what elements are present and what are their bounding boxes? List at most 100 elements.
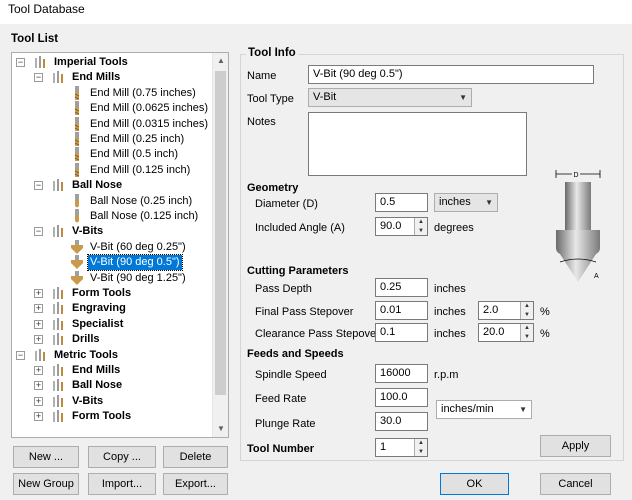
diameter-input[interactable]: 0.5 [375, 193, 428, 212]
tree-scrollbar[interactable]: ▲ ▼ [212, 53, 228, 437]
tree-item[interactable]: − V-Bits [12, 224, 212, 239]
spin-up-icon[interactable]: ▲ [521, 302, 533, 311]
geometry-label: Geometry [247, 182, 299, 194]
v-bit-icon [71, 270, 83, 285]
tool-name-input[interactable]: V-Bit (90 deg 0.5") [308, 65, 594, 84]
tree-item[interactable]: − Metric Tools [12, 348, 212, 363]
clearance-stepover-spinner[interactable]: ▲ ▼ [520, 324, 533, 341]
collapse-icon[interactable]: − [34, 181, 43, 191]
cancel-button[interactable]: Cancel [540, 473, 611, 495]
rate-unit-select[interactable]: inches/min ▼ [436, 400, 532, 419]
scroll-down-icon[interactable]: ▼ [213, 421, 228, 437]
final-stepover-input[interactable]: 0.01 [375, 301, 428, 320]
scroll-thumb[interactable] [215, 71, 226, 395]
tree-item[interactable]: + Form Tools [12, 409, 212, 424]
tree-item[interactable]: + Specialist [12, 317, 212, 332]
tree-item-label: Form Tools [72, 287, 132, 299]
spin-down-icon[interactable]: ▼ [521, 311, 533, 319]
expand-icon[interactable]: + [34, 396, 43, 406]
tree-item[interactable]: + V-Bits [12, 394, 212, 409]
tool-group-icon [53, 287, 63, 299]
tree-item[interactable]: V-Bit (90 deg 0.5") [12, 254, 212, 272]
copy-tool-button[interactable]: Copy ... [88, 446, 156, 468]
expand-icon[interactable]: + [34, 319, 43, 329]
new-tool-button[interactable]: New ... [13, 446, 79, 468]
pass-depth-unit: inches [434, 283, 466, 295]
notes-textarea[interactable] [308, 112, 527, 176]
final-stepover-pct-input[interactable]: 2.0 ▲ ▼ [478, 301, 534, 320]
tree-item[interactable]: End Mill (0.125 inch) [12, 162, 212, 178]
scroll-up-icon[interactable]: ▲ [213, 53, 228, 69]
tree-item[interactable]: End Mill (0.5 inch) [12, 147, 212, 162]
tool-number-spinner[interactable]: ▲ ▼ [414, 439, 427, 456]
final-stepover-pct-value: 2.0 [483, 304, 499, 316]
diagram-a-label: A [594, 273, 599, 280]
tree-item[interactable]: V-Bit (60 deg 0.25") [12, 239, 212, 255]
tree-item[interactable]: End Mill (0.0315 inches) [12, 116, 212, 132]
expand-icon[interactable]: + [34, 335, 43, 345]
tree-item[interactable]: V-Bit (90 deg 1.25") [12, 270, 212, 286]
tree-item-label: Form Tools [72, 410, 132, 423]
tree-item[interactable]: Ball Nose (0.125 inch) [12, 209, 212, 224]
spin-up-icon[interactable]: ▲ [415, 439, 427, 448]
tree-item-label: Specialist [72, 317, 124, 330]
diameter-unit-select[interactable]: inches ▼ [434, 193, 498, 212]
clearance-stepover-input[interactable]: 0.1 [375, 323, 428, 342]
expand-icon[interactable]: + [34, 381, 43, 391]
tool-type-select[interactable]: V-Bit ▼ [308, 88, 472, 107]
export-button[interactable]: Export... [163, 473, 228, 495]
diagram-d-label: D [573, 172, 578, 179]
clearance-stepover-pct-input[interactable]: 20.0 ▲ ▼ [478, 323, 534, 342]
tool-number-input[interactable]: 1 ▲ ▼ [375, 438, 428, 457]
expand-icon[interactable]: + [34, 412, 43, 422]
tree-item[interactable]: End Mill (0.75 inches) [12, 85, 212, 101]
spin-down-icon[interactable]: ▼ [521, 333, 533, 341]
collapse-icon[interactable]: − [16, 350, 25, 360]
tree-item[interactable]: End Mill (0.25 inch) [12, 132, 212, 147]
collapse-icon[interactable]: − [16, 58, 25, 67]
spin-up-icon[interactable]: ▲ [415, 218, 427, 227]
plunge-rate-input[interactable]: 30.0 [375, 412, 428, 431]
import-button[interactable]: Import... [88, 473, 156, 495]
tree-item-label: End Mills [72, 71, 121, 84]
apply-button[interactable]: Apply [540, 435, 611, 457]
ok-button[interactable]: OK [440, 473, 509, 495]
expand-icon[interactable]: + [34, 366, 43, 375]
pass-depth-input[interactable]: 0.25 [375, 278, 428, 297]
expand-icon[interactable]: + [34, 304, 43, 314]
spindle-speed-input[interactable]: 16000 [375, 364, 428, 383]
tree-item[interactable]: Ball Nose (0.25 inch) [12, 193, 212, 209]
tree-item[interactable]: + Ball Nose [12, 378, 212, 393]
clearance-stepover-unit: inches [434, 328, 466, 340]
angle-label: Included Angle (A) [255, 222, 345, 234]
new-group-button[interactable]: New Group [13, 473, 79, 495]
tree-item[interactable]: + End Mills [12, 363, 212, 378]
tree-item[interactable]: − End Mills [12, 70, 212, 85]
tree-item[interactable]: − Ball Nose [12, 178, 212, 193]
tree-item[interactable]: End Mill (0.0625 inches) [12, 101, 212, 116]
tree-item[interactable]: + Engraving [12, 301, 212, 316]
clearance-stepover-pct-value: 20.0 [483, 326, 505, 338]
tree-item[interactable]: + Drills [12, 332, 212, 347]
tree-item-label: Ball Nose (0.25 inch) [90, 194, 193, 207]
angle-spinner[interactable]: ▲ ▼ [414, 218, 427, 235]
spin-down-icon[interactable]: ▼ [415, 227, 427, 235]
final-stepover-spinner[interactable]: ▲ ▼ [520, 302, 533, 319]
collapse-icon[interactable]: − [34, 227, 43, 237]
tree-item-label: V-Bit (90 deg 0.5") [87, 254, 183, 272]
expand-icon[interactable]: + [34, 289, 43, 298]
tree-item[interactable]: − Imperial Tools [12, 55, 212, 70]
end-mill-icon [74, 116, 80, 131]
delete-tool-button[interactable]: Delete [163, 446, 228, 468]
chevron-down-icon: ▼ [485, 198, 493, 207]
feeds-speeds-label: Feeds and Speeds [247, 348, 344, 360]
tool-tree[interactable]: − Imperial Tools − End Mills End Mill (0.75 … [11, 52, 229, 438]
tool-group-icon [53, 71, 63, 84]
feed-rate-input[interactable]: 100.0 [375, 388, 428, 407]
spin-up-icon[interactable]: ▲ [521, 324, 533, 333]
collapse-icon[interactable]: − [34, 73, 43, 83]
angle-input[interactable]: 90.0 ▲ ▼ [375, 217, 428, 236]
spin-down-icon[interactable]: ▼ [415, 448, 427, 456]
tree-item[interactable]: + Form Tools [12, 286, 212, 301]
tool-number-label: Tool Number [247, 443, 315, 455]
